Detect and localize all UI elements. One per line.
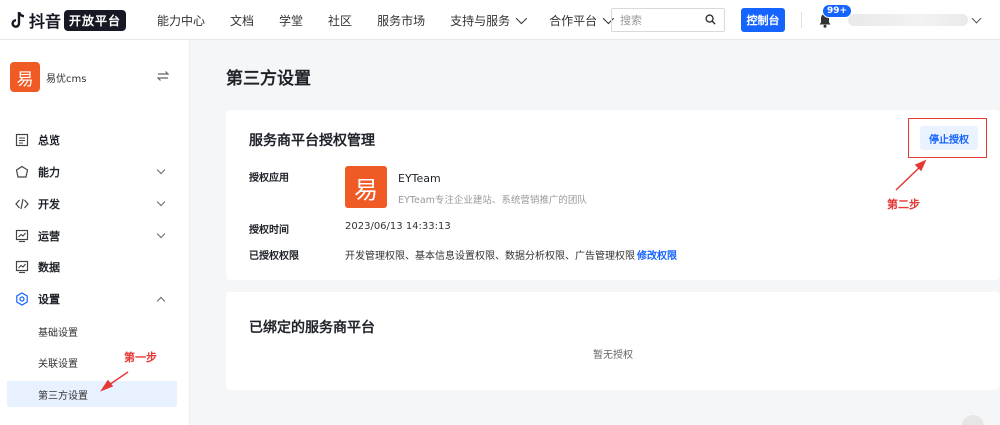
user-account-blurred[interactable] [848, 14, 968, 26]
sidebar-item-capability[interactable]: 能力 [0, 161, 190, 183]
top-nav-bar: 抖音 开放平台 能力中心 文档 学堂 社区 服务市场 支持与服务 合作平台 控制… [0, 0, 1000, 40]
nav-item-service-market[interactable]: 服务市场 [377, 12, 425, 29]
field-label-app: 授权应用 [249, 173, 289, 184]
code-icon [15, 198, 29, 210]
chevron-up-icon [156, 296, 166, 306]
nav-label: 文档 [230, 13, 255, 28]
search-box[interactable] [611, 8, 725, 32]
sidebar-subitem-third-party-settings[interactable]: 第三方设置 [7, 381, 177, 407]
chevron-down-icon[interactable] [971, 13, 982, 24]
sidebar-subitem-basic-settings[interactable]: 基础设置 [7, 318, 177, 344]
sidebar-item-label: 总览 [38, 134, 60, 147]
sidebar-item-label: 数据 [38, 261, 60, 274]
dashboard-icon [15, 133, 29, 147]
nav-label: 能力中心 [157, 13, 206, 28]
sidebar-item-label: 运营 [38, 230, 60, 243]
auth-management-card: 服务商平台授权管理 停止授权 授权应用 易 EYTeam EYTeam专注企业建… [226, 110, 1000, 280]
nav-item-community[interactable]: 社区 [328, 12, 352, 29]
floating-help-bubble[interactable] [962, 415, 984, 425]
sidebar-item-label: 开发 [38, 198, 60, 211]
chevron-down-icon [156, 197, 166, 207]
sidebar-item-data[interactable]: 数据 [0, 256, 190, 278]
annotation-step2: 第二步 [887, 198, 920, 211]
sidebar: 易 易优cms 总览 能力 开发 运营 数据 设置 基础设置 关联设置 第三方设… [0, 40, 190, 425]
field-label-permissions: 已授权权限 [249, 251, 299, 262]
nav-item-docs[interactable]: 文档 [230, 12, 254, 29]
nav-label: 支持与服务 [450, 13, 511, 28]
logo-pill: 开放平台 [64, 9, 127, 31]
permissions-value: 开发管理权限、基本信息设置权限、数据分析权限、广告管理权限 修改权限 [345, 247, 677, 262]
empty-state-text: 暂无授权 [593, 350, 633, 361]
current-app[interactable]: 易 易优cms [10, 62, 86, 92]
bound-providers-card: 已绑定的服务商平台 暂无授权 [226, 292, 1000, 390]
nav-item-academy[interactable]: 学堂 [279, 12, 303, 29]
divider [801, 12, 802, 28]
tiktok-note-icon [11, 11, 25, 28]
nav-label: 社区 [328, 13, 353, 28]
search-icon[interactable] [705, 14, 716, 25]
chevron-down-icon [156, 229, 166, 239]
sidebar-item-develop[interactable]: 开发 [0, 193, 190, 215]
annotation-step1: 第一步 [124, 351, 157, 364]
sidebar-item-label: 能力 [38, 166, 60, 179]
authorized-app-description: EYTeam专注企业建站、系统营销推广的团队 [398, 195, 587, 206]
settings-icon [16, 292, 28, 306]
operation-icon [15, 229, 29, 243]
nav-item-capability-center[interactable]: 能力中心 [157, 12, 205, 29]
sidebar-item-label: 设置 [38, 293, 60, 306]
nav-label: 合作平台 [549, 13, 598, 28]
page-title: 第三方设置 [226, 69, 311, 89]
sidebar-subitem-label: 第三方设置 [38, 390, 88, 402]
sidebar-item-operation[interactable]: 运营 [0, 225, 190, 247]
sidebar-subitem-label: 基础设置 [38, 327, 78, 339]
chevron-down-icon [156, 165, 166, 175]
douyin-open-platform-logo[interactable]: 抖音 开放平台 [10, 9, 127, 31]
data-icon [15, 260, 29, 274]
capability-icon [15, 165, 29, 178]
console-button[interactable]: 控制台 [741, 8, 785, 32]
field-label-time: 授权时间 [249, 225, 289, 236]
notification-badge: 99+ [822, 4, 853, 18]
authorized-app-avatar: 易 [345, 166, 387, 208]
sidebar-item-settings[interactable]: 设置 [0, 288, 190, 310]
nav-item-partner[interactable]: 合作平台 [549, 12, 615, 29]
nav-item-support[interactable]: 支持与服务 [450, 12, 528, 29]
switch-app-icon[interactable] [157, 70, 169, 82]
logo-text: 抖音 [29, 12, 62, 31]
card-title: 服务商平台授权管理 [249, 133, 375, 149]
edit-permissions-link[interactable]: 修改权限 [637, 251, 677, 262]
permissions-text: 开发管理权限、基本信息设置权限、数据分析权限、广告管理权限 [345, 251, 635, 262]
app-name: 易优cms [46, 73, 87, 85]
nav-label: 学堂 [279, 13, 304, 28]
card-title: 已绑定的服务商平台 [249, 320, 375, 336]
stop-authorization-button[interactable]: 停止授权 [920, 126, 978, 150]
main-nav: 能力中心 文档 学堂 社区 服务市场 支持与服务 合作平台 [157, 0, 636, 40]
nav-label: 服务市场 [377, 13, 426, 28]
search-input[interactable] [620, 13, 698, 27]
app-avatar: 易 [10, 62, 40, 92]
sidebar-item-overview[interactable]: 总览 [0, 129, 190, 151]
auth-time-value: 2023/06/13 14:33:13 [345, 221, 451, 232]
authorized-app-name: EYTeam [398, 172, 441, 185]
sidebar-subitem-label: 关联设置 [38, 358, 78, 370]
chevron-down-icon [515, 12, 528, 25]
